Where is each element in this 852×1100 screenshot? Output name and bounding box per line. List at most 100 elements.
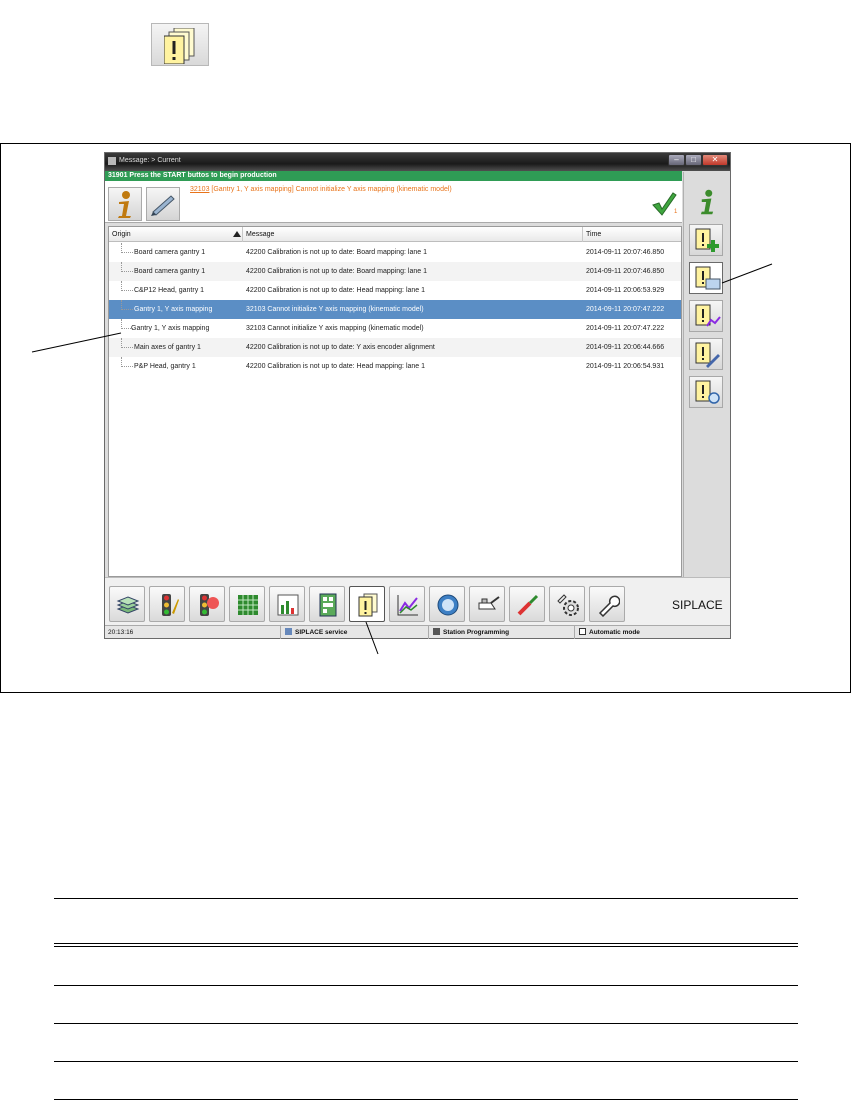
row-origin: Main axes of gantry 1	[134, 344, 201, 351]
ack-count: 1	[674, 209, 678, 215]
table-rule	[54, 898, 798, 899]
title-bar: Message: > Current – □ ✕	[105, 153, 730, 171]
status-light-button[interactable]	[149, 586, 185, 622]
board-button[interactable]	[309, 586, 345, 622]
row-origin: Board camera gantry 1	[134, 268, 206, 275]
status-programming: Station Programming	[429, 626, 575, 639]
status-bar: 20:13:16 SIPLACE service Station Program…	[105, 625, 730, 639]
list-header: Origin Message Time	[109, 227, 681, 242]
close-button[interactable]: ✕	[702, 154, 728, 166]
info-icon	[118, 191, 131, 218]
acknowledge-button[interactable]	[146, 187, 180, 221]
grid-icon	[238, 595, 258, 615]
row-message: 42200 Calibration is not up to date: Hea…	[246, 287, 426, 294]
info-green-icon	[700, 189, 714, 215]
station-icon	[433, 628, 440, 635]
tree-line	[121, 300, 133, 310]
table-row[interactable]: Board camera gantry 1 42200 Calibration …	[109, 262, 681, 281]
pen-icon	[151, 195, 175, 216]
current-message: 32103 [Gantry 1, Y axis mapping] Cannot …	[190, 186, 452, 193]
trend-button[interactable]	[389, 586, 425, 622]
status-time: 20:13:16	[105, 626, 281, 639]
row-time: 2014-09-11 20:07:46.850	[586, 268, 665, 275]
tree-line	[121, 243, 133, 253]
message-window-icon	[695, 266, 721, 290]
row-message: 42200 Calibration is not up to date: Hea…	[246, 363, 426, 370]
minimize-button[interactable]: –	[668, 154, 685, 166]
messages-icon	[358, 593, 378, 617]
tree-line	[121, 262, 133, 272]
row-time: 2014-09-11 20:07:47.222	[586, 306, 665, 313]
current-messages-button[interactable]	[689, 262, 723, 294]
traffic-light-icon	[162, 594, 179, 616]
column-header-origin[interactable]: Origin	[109, 227, 243, 242]
sort-ascending-icon	[233, 231, 241, 237]
info-button[interactable]	[108, 187, 142, 221]
stack-icon	[116, 596, 140, 614]
camera-lens-icon	[437, 594, 459, 616]
table-row[interactable]: P&P Head, gantry 1 42200 Calibration is …	[109, 357, 681, 376]
row-message: 42200 Calibration is not up to date: Boa…	[246, 268, 427, 275]
window-title: Message: > Current	[119, 157, 181, 164]
brand-logo: SIPLACE	[672, 598, 723, 612]
row-origin: Board camera gantry 1	[134, 249, 206, 256]
oil-can-icon	[478, 596, 500, 610]
maintenance-button[interactable]	[469, 586, 505, 622]
tools-button[interactable]	[509, 586, 545, 622]
current-message-panel: 32103 [Gantry 1, Y axis mapping] Cannot …	[105, 181, 682, 223]
column-header-message[interactable]: Message	[243, 227, 583, 242]
row-time: 2014-09-11 20:06:44.666	[586, 344, 665, 351]
message-text: [Gantry 1, Y axis mapping] Cannot initia…	[209, 186, 452, 193]
table-rule	[54, 1023, 798, 1024]
message-history-button[interactable]	[689, 300, 723, 332]
settings-button[interactable]	[549, 586, 585, 622]
table-row[interactable]: C&P12 Head, gantry 1 42200 Calibration i…	[109, 281, 681, 300]
row-time: 2014-09-11 20:07:47.222	[586, 325, 665, 332]
message-settings-button[interactable]	[689, 338, 723, 370]
table-rule	[54, 985, 798, 986]
message-search-button[interactable]	[689, 376, 723, 408]
status-service: SIPLACE service	[281, 626, 429, 639]
column-header-time[interactable]: Time	[583, 227, 681, 242]
wrench-icon	[598, 595, 620, 617]
statistics-button[interactable]	[269, 586, 305, 622]
screwdriver-icon	[517, 594, 539, 616]
alarm-light-button[interactable]	[189, 586, 225, 622]
row-origin: C&P12 Head, gantry 1	[134, 287, 205, 294]
tree-line	[121, 281, 133, 291]
right-button-column	[683, 172, 730, 577]
mode-icon	[579, 628, 586, 635]
info-side-button[interactable]	[689, 185, 723, 217]
table-row[interactable]: Board camera gantry 1 42200 Calibration …	[109, 243, 681, 262]
table-row-selected[interactable]: Gantry 1, Y axis mapping 32103 Cannot in…	[109, 300, 681, 319]
row-message: 42200 Calibration is not up to date: Y a…	[246, 344, 435, 351]
message-chart-icon	[695, 304, 721, 327]
message-code-link[interactable]: 32103	[190, 186, 209, 193]
maximize-button[interactable]: □	[685, 154, 702, 166]
messages-button[interactable]	[349, 586, 385, 622]
setup-table-button[interactable]	[229, 586, 265, 622]
line-chart-icon	[397, 595, 418, 616]
tree-line	[121, 357, 133, 367]
row-origin: Gantry 1, Y axis mapping	[131, 325, 210, 332]
production-status: 31901 Press the START buttos to begin pr…	[105, 171, 682, 181]
messages-icon	[151, 23, 209, 66]
table-rule	[54, 943, 798, 944]
vision-button[interactable]	[429, 586, 465, 622]
row-message: 32103 Cannot initialize Y axis mapping (…	[246, 325, 424, 332]
app-icon	[108, 157, 116, 165]
table-row[interactable]: Gantry 1, Y axis mapping 32103 Cannot in…	[109, 319, 681, 338]
tree-line	[121, 338, 133, 348]
row-origin: Gantry 1, Y axis mapping	[134, 306, 213, 313]
row-time: 2014-09-11 20:06:53.929	[586, 287, 665, 294]
service-user-icon	[285, 628, 292, 635]
message-list[interactable]: Origin Message Time Board camera gantry …	[108, 226, 682, 577]
gear-hand-icon	[557, 594, 579, 616]
add-message-button[interactable]	[689, 224, 723, 256]
service-tools-button[interactable]	[589, 586, 625, 622]
check-icon[interactable]: 1	[651, 191, 677, 222]
table-row[interactable]: Main axes of gantry 1 42200 Calibration …	[109, 338, 681, 357]
row-message: 42200 Calibration is not up to date: Boa…	[246, 249, 427, 256]
production-button[interactable]	[109, 586, 145, 622]
message-edit-icon	[695, 342, 720, 368]
